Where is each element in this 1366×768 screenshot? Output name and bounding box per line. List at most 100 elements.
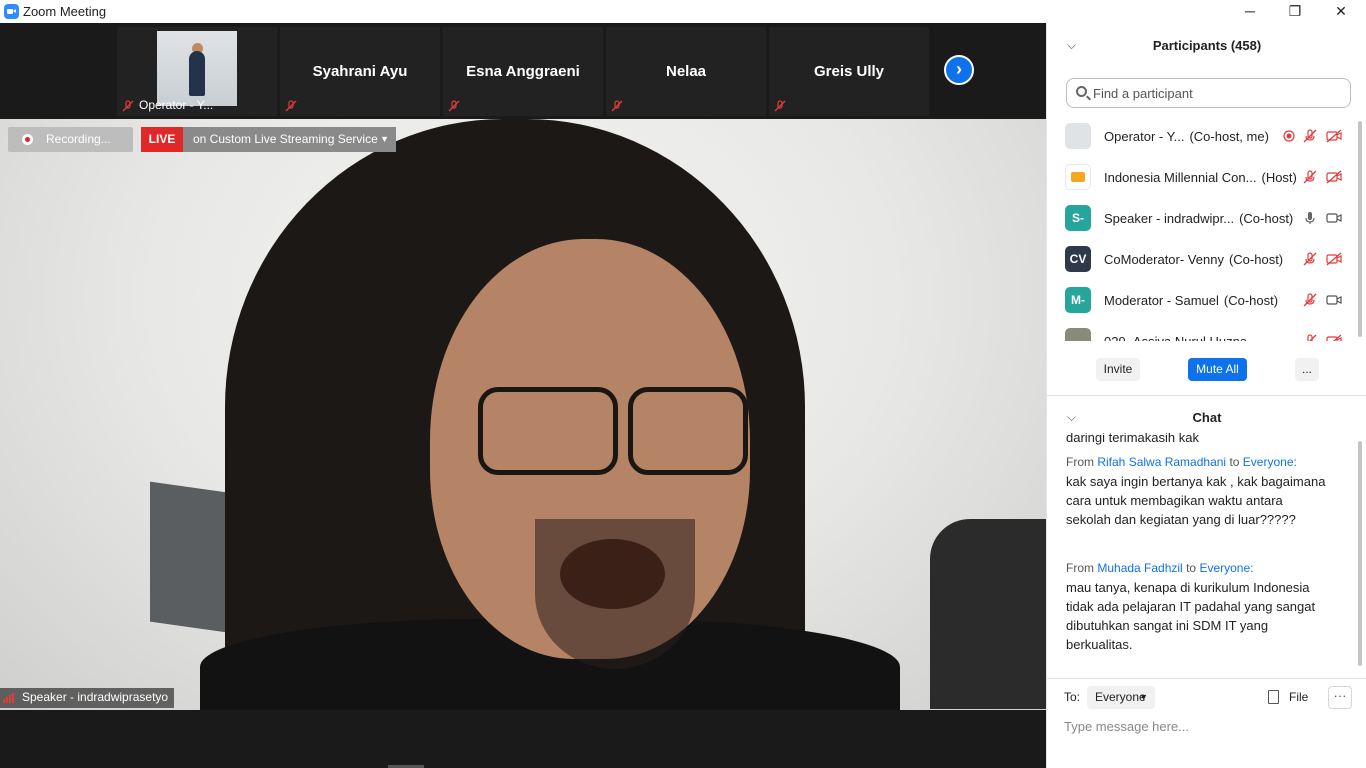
participant-name: Moderator - Samuel (Co-host) [1104, 293, 1279, 308]
recording-icon [1281, 128, 1297, 144]
chevron-down-icon: ▼ [1139, 692, 1148, 702]
zoom-meeting-window: Zoom Meeting ─ ❐ ✕ Operator - Y... Syahr… [0, 0, 1366, 768]
participant-row[interactable]: 029_Assiva Nurul Huzna [1047, 321, 1357, 341]
live-badge: LIVE [141, 127, 183, 152]
mic-muted-icon[interactable] [1302, 251, 1318, 267]
tile-name: Nelaa [665, 63, 707, 80]
participant-row[interactable]: Indonesia Millennial Con... (Host) [1047, 157, 1357, 198]
mute-all-button[interactable]: Mute All [1188, 358, 1247, 381]
participant-search-input[interactable] [1093, 84, 1343, 102]
participant-search[interactable] [1066, 78, 1351, 108]
chat-messages: daringi terimakasih kak From Rifah Salwa… [1047, 433, 1357, 673]
glasses-right-lens [628, 387, 748, 475]
recipient-link[interactable]: Everyone: [1199, 561, 1253, 575]
recipient-select[interactable]: Everyone ▼ [1087, 686, 1155, 709]
muted-mic-icon [122, 100, 134, 112]
title-bar: Zoom Meeting ─ ❐ ✕ [0, 0, 1366, 23]
window-title: Zoom Meeting [23, 4, 107, 19]
participant-row[interactable]: S- Speaker - indradwipr... (Co-host) [1047, 198, 1357, 239]
recording-label: Recording... [46, 132, 111, 146]
file-button[interactable]: File [1266, 686, 1308, 709]
recording-indicator[interactable]: Recording... [8, 127, 133, 152]
operator-video-thumbnail [157, 31, 237, 106]
speaker-name: Speaker - indradwiprasetyo [22, 690, 169, 704]
chat-more-button[interactable]: ··· [1328, 686, 1352, 709]
active-speaker-video [0, 119, 1046, 710]
sender-link[interactable]: Rifah Salwa Ramadhani [1097, 455, 1226, 469]
participant-role: (Co-host, me) [1189, 129, 1269, 144]
close-button[interactable]: ✕ [1318, 0, 1364, 23]
participants-more-button[interactable]: ... [1295, 358, 1319, 381]
mic-muted-icon[interactable] [1302, 169, 1318, 185]
participant-row[interactable]: M- Moderator - Samuel (Co-host) [1047, 280, 1357, 321]
file-label: File [1289, 690, 1309, 704]
maximize-button[interactable]: ❐ [1272, 0, 1318, 23]
glasses-left-lens [478, 387, 618, 475]
record-icon [22, 134, 33, 145]
to-label: To: [1064, 690, 1081, 704]
participant-scrollbar[interactable] [1357, 113, 1363, 338]
participant-name: CoModerator- Venny (Co-host) [1104, 252, 1284, 267]
live-streaming-dropdown[interactable]: on Custom Live Streaming Service ▼ [183, 127, 396, 152]
panel-divider [1047, 395, 1366, 396]
video-off-icon[interactable] [1326, 333, 1342, 341]
video-off-icon[interactable] [1326, 128, 1342, 144]
sender-link[interactable]: Muhada Fadhzil [1097, 561, 1182, 575]
participants-title: Participants (458) [1152, 38, 1262, 53]
video-area: Operator - Y... Syahrani Ayu Esna Anggra… [0, 23, 1046, 768]
speaker-name-label: Speaker - indradwiprasetyo [0, 688, 175, 708]
mic-icon[interactable] [1302, 210, 1318, 226]
video-off-icon[interactable] [1326, 169, 1342, 185]
message-header: From Muhada Fadhzil to Everyone: [1066, 561, 1254, 575]
message-header: From Rifah Salwa Ramadhani to Everyone: [1066, 455, 1297, 469]
muted-mic-icon [774, 100, 786, 112]
participant-role: (Co-host) [1223, 293, 1279, 308]
mic-muted-icon[interactable] [1302, 128, 1318, 144]
video-icon[interactable] [1326, 210, 1342, 226]
video-icon[interactable] [1326, 292, 1342, 308]
participant-avatar: M- [1065, 287, 1091, 313]
minimize-button[interactable]: ─ [1227, 0, 1273, 23]
muted-mic-icon [611, 100, 623, 112]
participant-row[interactable]: CV CoModerator- Venny (Co-host) [1047, 239, 1357, 280]
participant-role: (Host) [1261, 170, 1297, 185]
thumbnail-person [189, 51, 205, 96]
mic-muted-icon[interactable] [1302, 292, 1318, 308]
message-text: mau tanya, kenapa di kurikulum Indonesia… [1066, 580, 1316, 652]
video-off-icon[interactable] [1326, 251, 1342, 267]
participant-avatar [1065, 164, 1091, 190]
participant-avatar: S- [1065, 205, 1091, 231]
participant-row[interactable]: Operator - Y... (Co-host, me) [1047, 116, 1357, 157]
video-tile-syahrani-ayu[interactable]: Syahrani Ayu [280, 27, 440, 116]
video-tile-nelaa[interactable]: Nelaa [606, 27, 766, 116]
muted-mic-icon [285, 100, 297, 112]
video-tile-greis-ully[interactable]: Greis Ully [769, 27, 929, 116]
muted-mic-icon [448, 100, 460, 112]
gallery-strip: Operator - Y... Syahrani Ayu Esna Anggra… [0, 23, 1046, 118]
tile-name: Esna Anggraeni [466, 63, 580, 80]
participant-role: (Co-host) [1228, 252, 1284, 267]
participant-list: Operator - Y... (Co-host, me) Indonesia Mi… [1047, 116, 1357, 341]
recipient-link[interactable]: Everyone: [1243, 455, 1297, 469]
audio-level-icon [3, 693, 17, 703]
participant-role: (Co-host) [1239, 211, 1294, 226]
video-tile-operator[interactable]: Operator - Y... [117, 27, 277, 116]
chat-scrollbar[interactable] [1357, 433, 1363, 673]
invite-button[interactable]: Invite [1096, 358, 1140, 381]
scrollbar-thumb[interactable] [1358, 121, 1362, 337]
video-tile-esna-anggraeni[interactable]: Esna Anggraeni [443, 27, 603, 116]
participant-avatar: CV [1065, 246, 1091, 272]
search-icon [1076, 86, 1087, 97]
microphone-object [930, 519, 1046, 709]
participant-name: Operator - Y... (Co-host, me) [1104, 129, 1269, 144]
scrollbar-thumb[interactable] [1358, 441, 1362, 666]
side-panel: ⌵ Participants (458) Operator - Y...(Co-… [1046, 23, 1366, 768]
dropdown-caret-icon: ▼ [380, 134, 389, 144]
speaker-mouth [560, 539, 665, 609]
tile-caption: Operator - Y... [139, 98, 214, 112]
participant-name: 029_Assiva Nurul Huzna [1104, 334, 1252, 341]
next-page-button[interactable]: › [944, 55, 974, 85]
chat-message-input[interactable] [1064, 716, 1354, 736]
mic-muted-icon[interactable] [1302, 333, 1318, 341]
live-service-label: on Custom Live Streaming Service [193, 132, 378, 146]
